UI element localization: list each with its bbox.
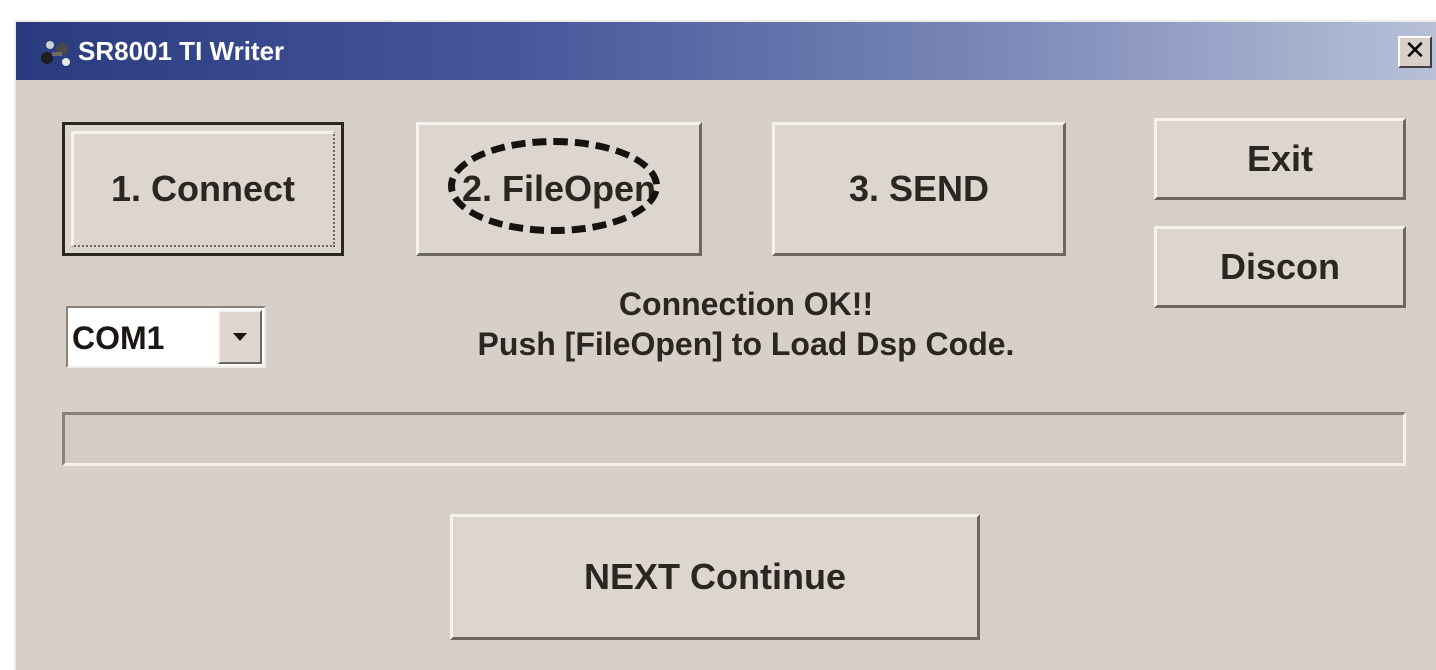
send-button[interactable]: 3. SEND (772, 122, 1066, 256)
close-icon: ✕ (1404, 36, 1426, 66)
send-button-label: 3. SEND (848, 168, 990, 209)
fileopen-button[interactable]: 2. FileOpen (416, 122, 702, 256)
app-window: SR8001 TI Writer ✕ 1. Connect 2. FileOpe… (14, 20, 1436, 670)
dropdown-arrow-icon (233, 333, 247, 341)
fileopen-button-label: 2. FileOpen (461, 168, 657, 209)
com-port-select[interactable]: COM1 (66, 306, 266, 368)
window-title: SR8001 TI Writer (78, 36, 285, 66)
status-line-1: Connection OK!! (618, 286, 874, 322)
progress-bar (62, 412, 1406, 466)
next-continue-label: NEXT Continue (584, 556, 846, 597)
com-port-value: COM1 (72, 320, 165, 356)
exit-button[interactable]: Exit (1154, 118, 1406, 200)
next-continue-button[interactable]: NEXT Continue (450, 514, 980, 640)
app-icon (41, 41, 70, 66)
connect-button-label: 1. Connect (110, 168, 296, 209)
dropdown-button[interactable] (218, 310, 262, 364)
status-message: Connection OK!! Push [FileOpen] to Load … (396, 284, 1096, 364)
exit-button-label: Exit (1246, 138, 1314, 179)
status-line-2: Push [FileOpen] to Load Dsp Code. (477, 326, 1015, 362)
title-bar[interactable]: SR8001 TI Writer ✕ (16, 22, 1436, 80)
discon-button[interactable]: Discon (1154, 226, 1406, 308)
discon-button-label: Discon (1219, 246, 1341, 287)
close-button[interactable]: ✕ (1398, 36, 1432, 68)
connect-button[interactable]: 1. Connect (62, 122, 344, 256)
